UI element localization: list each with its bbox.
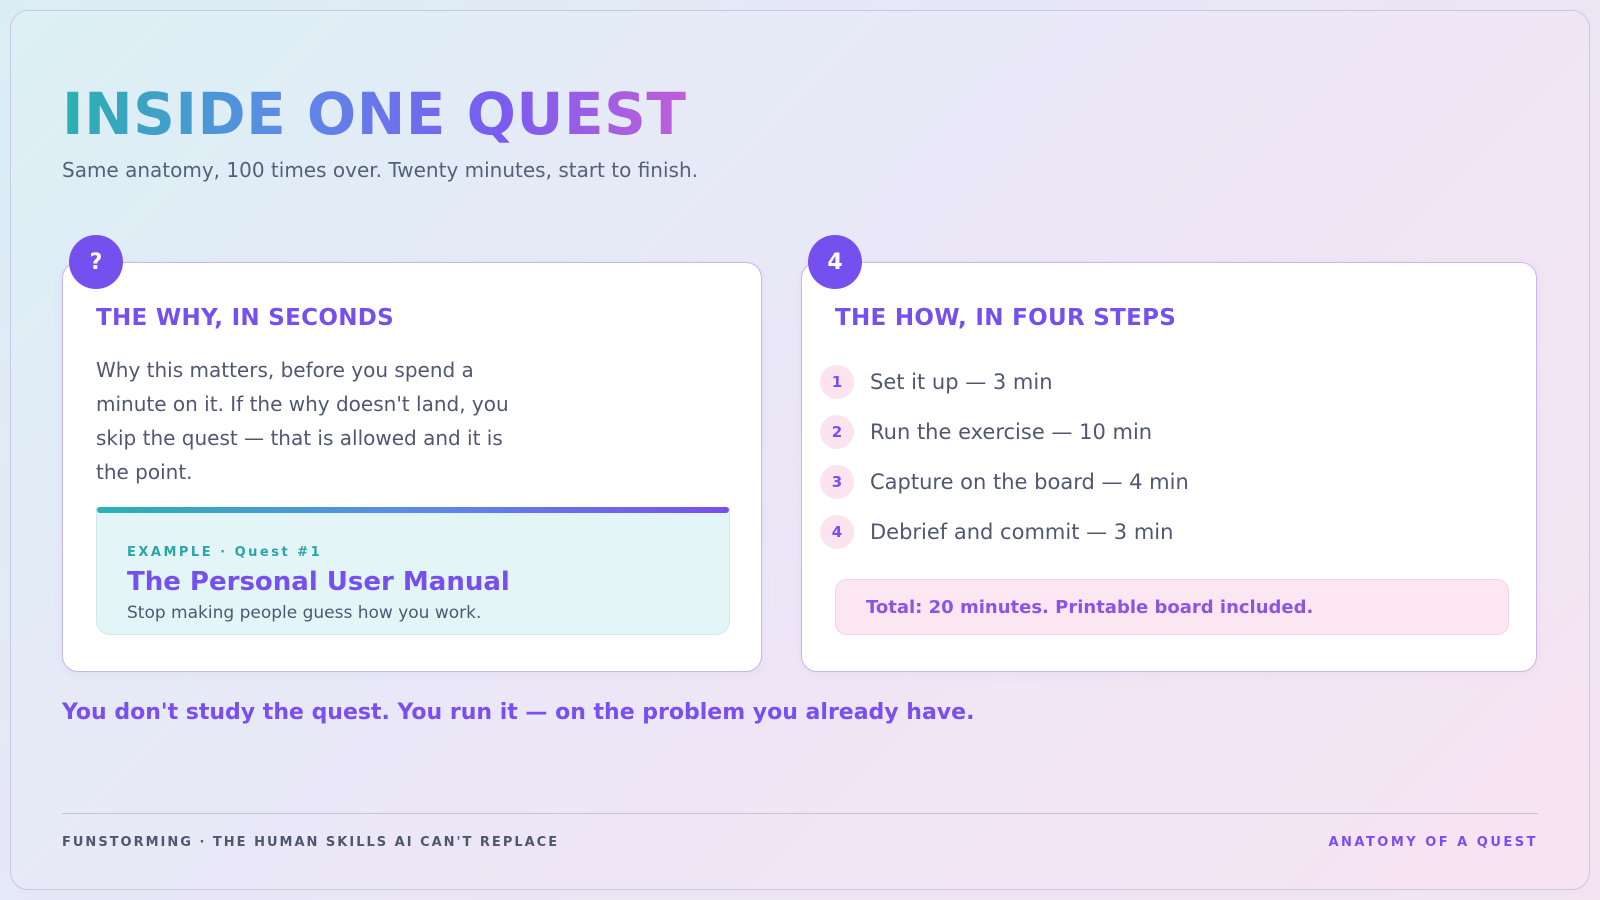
how-card-heading: THE HOW, IN FOUR STEPS [835,305,1177,331]
total-callout: Total: 20 minutes. Printable board inclu… [835,579,1509,635]
step-text: Run the exercise — 10 min [870,420,1153,444]
list-item: 3 Capture on the board — 4 min [820,457,1189,507]
step-number: 3 [820,465,854,499]
why-card: ? THE WHY, IN SECONDS Why this matters, … [62,235,762,672]
step-number: 4 [820,515,854,549]
example-gradient-bar [97,507,729,513]
example-box: EXAMPLE · Quest #1 The Personal User Man… [96,507,730,635]
page-subtitle: Same anatomy, 100 times over. Twenty min… [62,158,698,182]
question-mark-badge: ? [69,235,123,289]
how-card: 4 THE HOW, IN FOUR STEPS 1 Set it up — 3… [801,235,1537,672]
step-number: 1 [820,365,854,399]
step-number: 2 [820,415,854,449]
footer-section-label: ANATOMY OF A QUEST [1328,835,1538,850]
step-text: Capture on the board — 4 min [870,470,1189,494]
list-item: 1 Set it up — 3 min [820,357,1189,407]
step-text: Set it up — 3 min [870,370,1053,394]
step-count-badge: 4 [808,235,862,289]
list-item: 4 Debrief and commit — 3 min [820,507,1189,557]
steps-list: 1 Set it up — 3 min 2 Run the exercise —… [820,357,1189,557]
example-label: EXAMPLE · Quest #1 [127,545,323,560]
why-card-body: Why this matters, before you spend a min… [96,358,509,484]
page-title: INSIDE ONE QUEST [62,80,687,148]
tagline: You don't study the quest. You run it — … [62,700,975,725]
list-item: 2 Run the exercise — 10 min [820,407,1189,457]
example-title: The Personal User Manual [127,567,510,597]
why-card-heading: THE WHY, IN SECONDS [96,305,394,331]
step-text: Debrief and commit — 3 min [870,520,1174,544]
footer-brand: FUNSTORMING · THE HUMAN SKILLS AI CAN'T … [62,835,560,850]
example-subtitle: Stop making people guess how you work. [127,603,482,623]
footer-divider [62,813,1538,814]
